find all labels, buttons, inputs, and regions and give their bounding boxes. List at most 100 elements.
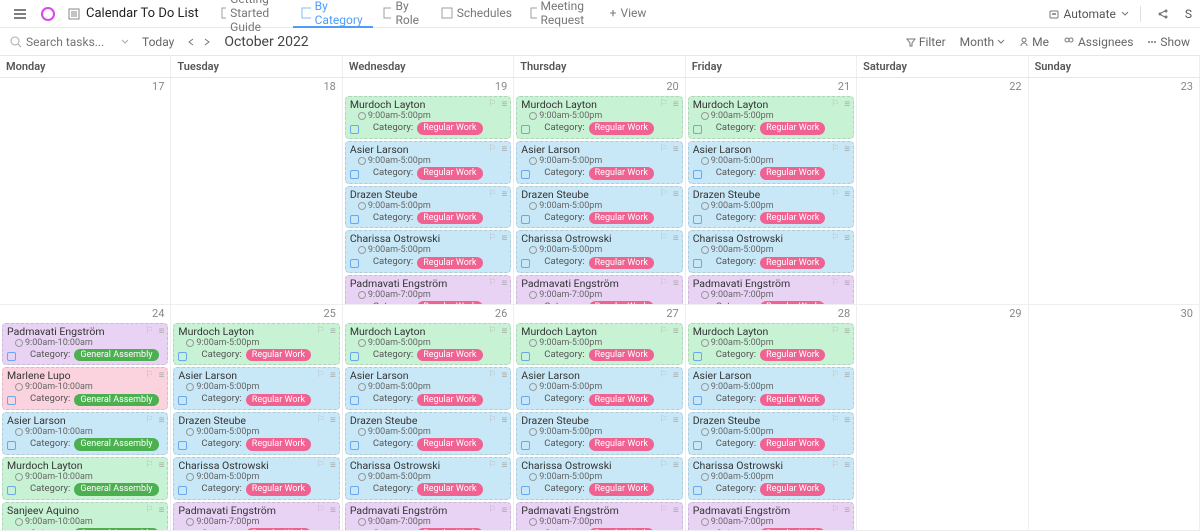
calendar-event[interactable]: ⚐≡Asier Larson9:00am-5:00pmCategory: Reg… <box>688 141 854 184</box>
drag-handle-icon[interactable]: ≡ <box>673 415 679 427</box>
drag-handle-icon[interactable]: ≡ <box>330 326 336 338</box>
calendar-event[interactable]: ⚐≡Drazen Steube9:00am-5:00pmCategory: Re… <box>688 412 854 455</box>
calendar-event[interactable]: ⚐≡Murdoch Layton9:00am-5:00pmCategory: R… <box>345 96 511 139</box>
calendar-event[interactable]: ⚐≡Padmavati Engström9:00am-7:00pmCategor… <box>516 502 682 531</box>
calendar-event[interactable]: ⚐≡Murdoch Layton9:00am-5:00pmCategory: R… <box>345 323 511 366</box>
month-selector[interactable]: Month <box>960 35 1005 49</box>
drag-handle-icon[interactable]: ≡ <box>673 326 679 338</box>
drag-handle-icon[interactable]: ≡ <box>501 99 507 111</box>
view-tab[interactable]: Getting Started Guide <box>213 0 292 28</box>
calendar-event[interactable]: ⚐≡Drazen Steube9:00am-5:00pmCategory: Re… <box>688 186 854 229</box>
drag-handle-icon[interactable]: ≡ <box>330 370 336 382</box>
drag-handle-icon[interactable]: ≡ <box>501 415 507 427</box>
calendar-cell[interactable]: 30 <box>1029 305 1200 531</box>
drag-handle-icon[interactable]: ≡ <box>501 144 507 156</box>
calendar-event[interactable]: ⚐≡Murdoch Layton9:00am-5:00pmCategory: R… <box>173 323 339 366</box>
share-icon[interactable] <box>1151 2 1175 26</box>
menu-icon[interactable] <box>8 2 32 26</box>
view-tab[interactable]: By Role <box>375 0 431 28</box>
calendar-event[interactable]: ⚐≡Padmavati Engström9:00am-7:00pmCategor… <box>688 275 854 305</box>
drag-handle-icon[interactable]: ≡ <box>673 233 679 245</box>
calendar-cell[interactable]: 26⚐≡Murdoch Layton9:00am-5:00pmCategory:… <box>343 305 514 531</box>
view-tab[interactable]: By Category <box>293 0 373 28</box>
drag-handle-icon[interactable]: ≡ <box>673 99 679 111</box>
drag-handle-icon[interactable]: ≡ <box>844 233 850 245</box>
drag-handle-icon[interactable]: ≡ <box>844 278 850 290</box>
drag-handle-icon[interactable]: ≡ <box>844 144 850 156</box>
calendar-event[interactable]: ⚐≡Drazen Steube9:00am-5:00pmCategory: Re… <box>516 186 682 229</box>
calendar-event[interactable]: ⚐≡Drazen Steube9:00am-5:00pmCategory: Re… <box>173 412 339 455</box>
drag-handle-icon[interactable]: ≡ <box>330 505 336 517</box>
calendar-cell[interactable]: 29 <box>857 305 1028 531</box>
drag-handle-icon[interactable]: ≡ <box>330 460 336 472</box>
calendar-cell[interactable]: 20⚐≡Murdoch Layton9:00am-5:00pmCategory:… <box>514 78 685 305</box>
calendar-cell[interactable]: 27⚐≡Murdoch Layton9:00am-5:00pmCategory:… <box>514 305 685 531</box>
calendar-cell[interactable]: 18 <box>171 78 342 305</box>
search-input[interactable] <box>26 35 116 49</box>
me-filter[interactable]: Me <box>1019 35 1049 49</box>
calendar-event[interactable]: ⚐≡Asier Larson9:00am-5:00pmCategory: Reg… <box>345 367 511 410</box>
drag-handle-icon[interactable]: ≡ <box>673 189 679 201</box>
drag-handle-icon[interactable]: ≡ <box>159 415 165 427</box>
drag-handle-icon[interactable]: ≡ <box>673 505 679 517</box>
calendar-cell[interactable]: 25⚐≡Murdoch Layton9:00am-5:00pmCategory:… <box>171 305 342 531</box>
calendar-cell[interactable]: 23 <box>1029 78 1200 305</box>
calendar-event[interactable]: ⚐≡Drazen Steube9:00am-5:00pmCategory: Re… <box>345 186 511 229</box>
calendar-event[interactable]: ⚐≡Murdoch Layton9:00am-5:00pmCategory: R… <box>688 96 854 139</box>
calendar-event[interactable]: ⚐≡Murdoch Layton9:00am-5:00pmCategory: R… <box>516 96 682 139</box>
view-tab[interactable]: Schedules <box>433 0 520 28</box>
drag-handle-icon[interactable]: ≡ <box>844 99 850 111</box>
calendar-event[interactable]: ⚐≡Charissa Ostrowski9:00am-5:00pmCategor… <box>516 230 682 273</box>
drag-handle-icon[interactable]: ≡ <box>844 326 850 338</box>
calendar-event[interactable]: ⚐≡Charissa Ostrowski9:00am-5:00pmCategor… <box>688 457 854 500</box>
view-tab[interactable]: Meeting Request <box>522 0 598 28</box>
drag-handle-icon[interactable]: ≡ <box>501 233 507 245</box>
calendar-event[interactable]: ⚐≡Asier Larson9:00am-5:00pmCategory: Reg… <box>516 141 682 184</box>
prev-button[interactable] <box>186 37 196 47</box>
calendar-event[interactable]: ⚐≡Drazen Steube9:00am-5:00pmCategory: Re… <box>345 412 511 455</box>
drag-handle-icon[interactable]: ≡ <box>501 326 507 338</box>
drag-handle-icon[interactable]: ≡ <box>673 370 679 382</box>
drag-handle-icon[interactable]: ≡ <box>501 278 507 290</box>
drag-handle-icon[interactable]: ≡ <box>501 460 507 472</box>
drag-handle-icon[interactable]: ≡ <box>159 505 165 517</box>
calendar-event[interactable]: ⚐≡Asier Larson9:00am-5:00pmCategory: Reg… <box>173 367 339 410</box>
drag-handle-icon[interactable]: ≡ <box>159 326 165 338</box>
calendar-event[interactable]: ⚐≡Asier Larson9:00am-5:00pmCategory: Reg… <box>345 141 511 184</box>
drag-handle-icon[interactable]: ≡ <box>844 415 850 427</box>
calendar-event[interactable]: ⚐≡Sanjeev Aquino9:00am-10:00amCategory: … <box>2 502 168 531</box>
calendar-event[interactable]: ⚐≡Padmavati Engström9:00am-7:00pmCategor… <box>688 502 854 531</box>
drag-handle-icon[interactable]: ≡ <box>501 189 507 201</box>
calendar-cell[interactable]: 17 <box>0 78 171 305</box>
calendar-cell[interactable]: 22 <box>857 78 1028 305</box>
calendar-event[interactable]: ⚐≡Murdoch Layton9:00am-5:00pmCategory: R… <box>516 323 682 366</box>
calendar-cell[interactable]: 28⚐≡Murdoch Layton9:00am-5:00pmCategory:… <box>686 305 857 531</box>
calendar-event[interactable]: ⚐≡Charissa Ostrowski9:00am-5:00pmCategor… <box>173 457 339 500</box>
show-button[interactable]: Show <box>1147 35 1190 49</box>
calendar-event[interactable]: ⚐≡Charissa Ostrowski9:00am-5:00pmCategor… <box>345 230 511 273</box>
calendar-event[interactable]: ⚐≡Drazen Steube9:00am-5:00pmCategory: Re… <box>516 412 682 455</box>
today-button[interactable]: Today <box>142 35 174 49</box>
calendar-cell[interactable]: 19⚐≡Murdoch Layton9:00am-5:00pmCategory:… <box>343 78 514 305</box>
drag-handle-icon[interactable]: ≡ <box>844 370 850 382</box>
drag-handle-icon[interactable]: ≡ <box>159 460 165 472</box>
filter-button[interactable]: Filter <box>906 35 946 49</box>
calendar-event[interactable]: ⚐≡Padmavati Engström9:00am-7:00pmCategor… <box>345 275 511 305</box>
drag-handle-icon[interactable]: ≡ <box>159 370 165 382</box>
calendar-event[interactable]: ⚐≡Padmavati Engström9:00am-7:00pmCategor… <box>516 275 682 305</box>
assignees-filter[interactable]: Assignees <box>1063 35 1133 49</box>
drag-handle-icon[interactable]: ≡ <box>673 144 679 156</box>
drag-handle-icon[interactable]: ≡ <box>501 370 507 382</box>
drag-handle-icon[interactable]: ≡ <box>501 505 507 517</box>
add-view-button[interactable]: +View <box>602 0 655 28</box>
calendar-cell[interactable]: 21⚐≡Murdoch Layton9:00am-5:00pmCategory:… <box>686 78 857 305</box>
chevron-down-icon[interactable] <box>120 37 130 47</box>
drag-handle-icon[interactable]: ≡ <box>673 278 679 290</box>
drag-handle-icon[interactable]: ≡ <box>844 460 850 472</box>
drag-handle-icon[interactable]: ≡ <box>844 505 850 517</box>
automate-button[interactable]: Automate <box>1048 7 1130 21</box>
drag-handle-icon[interactable]: ≡ <box>844 189 850 201</box>
calendar-event[interactable]: ⚐≡Padmavati Engström9:00am-10:00amCatego… <box>2 323 168 366</box>
calendar-event[interactable]: ⚐≡Marlene Lupo9:00am-10:00amCategory: Ge… <box>2 367 168 410</box>
calendar-event[interactable]: ⚐≡Charissa Ostrowski9:00am-5:00pmCategor… <box>688 230 854 273</box>
